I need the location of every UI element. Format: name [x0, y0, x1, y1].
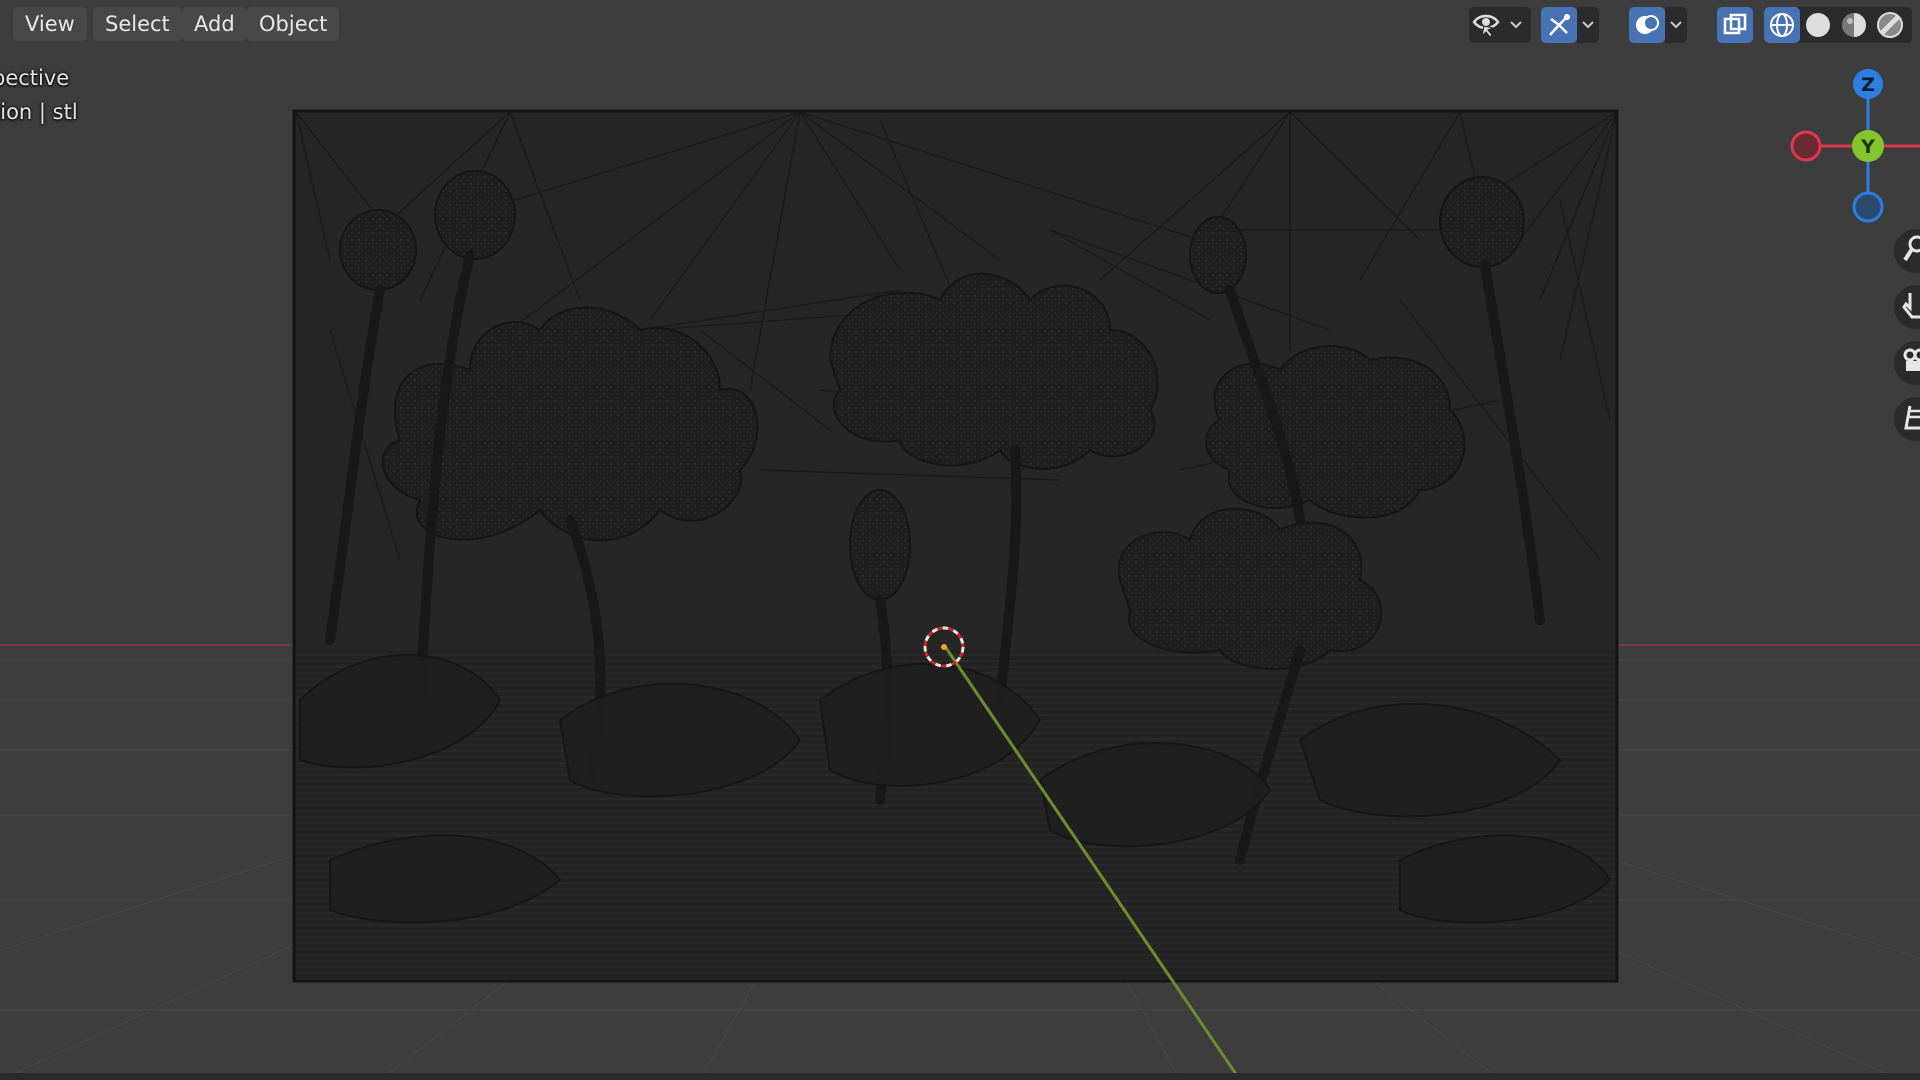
xray-toggle[interactable]: [1717, 7, 1753, 43]
viewport-bottom-edge: [0, 1073, 1920, 1080]
rendered-shading-icon[interactable]: [1872, 7, 1908, 43]
xray-icon[interactable]: [1717, 7, 1753, 43]
gizmo-x-negative[interactable]: [1790, 130, 1822, 162]
material-shading-icon[interactable]: [1836, 7, 1872, 43]
overlays-icon[interactable]: [1629, 7, 1665, 43]
camera-icon: [1902, 346, 1920, 380]
chevron-down-icon[interactable]: [1665, 7, 1687, 43]
stl-mesh-panel[interactable]: [292, 109, 1619, 983]
chevron-down-icon: [1505, 7, 1527, 43]
solid-shading-icon[interactable]: [1800, 7, 1836, 43]
scene-canvas[interactable]: Z Y: [0, 0, 1920, 1080]
view-perspective-label: pective: [0, 66, 70, 90]
viewport-header: View Select Add Object: [0, 0, 1920, 50]
gizmo-y-label: Y: [1860, 136, 1875, 158]
menu-select[interactable]: Select: [93, 7, 182, 41]
menu-add[interactable]: Add: [182, 7, 247, 41]
shading-mode-group[interactable]: [1764, 7, 1912, 43]
gizmo-toggle-icon[interactable]: [1541, 7, 1577, 43]
3d-viewport[interactable]: Z Y View Select Add Object ective tion |…: [0, 0, 1920, 1080]
gizmo-z-negative[interactable]: [1852, 191, 1884, 223]
navigation-gizmo[interactable]: Z Y: [1790, 69, 1920, 223]
view-object-types-icon: [1469, 7, 1505, 43]
collection-object-label: tion | stl: [0, 100, 78, 124]
view-object-types-dropdown[interactable]: [1469, 7, 1531, 43]
menu-object[interactable]: Object: [247, 7, 340, 41]
menu-view[interactable]: View: [13, 7, 87, 41]
pan-hand-icon: [1902, 290, 1920, 324]
zoom-icon: [1902, 234, 1920, 268]
orthographic-grid-icon: [1902, 402, 1920, 436]
gizmo-toggle-group[interactable]: [1541, 7, 1607, 43]
gizmo-z-label: Z: [1861, 74, 1875, 96]
wireframe-shading-icon[interactable]: [1764, 7, 1800, 43]
chevron-down-icon[interactable]: [1577, 7, 1599, 43]
overlays-group[interactable]: [1629, 7, 1695, 43]
